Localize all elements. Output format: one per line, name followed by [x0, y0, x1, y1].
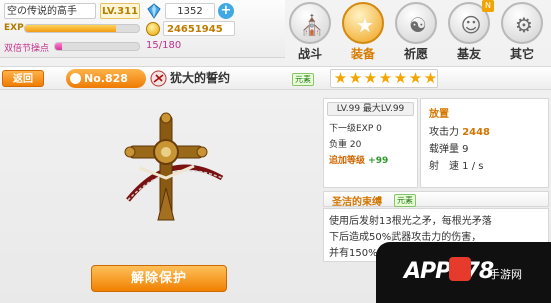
- nav-other-label: 其它: [509, 47, 534, 61]
- coin-count: 24651945: [163, 21, 235, 36]
- star-icon: ★: [423, 69, 438, 87]
- fire-rate: 射 速 1 / s: [429, 161, 484, 172]
- nav-battle[interactable]: ⛪ 战斗: [285, 0, 337, 64]
- nav-friends[interactable]: ☺ N 基友: [444, 0, 496, 64]
- dot-icon: [70, 73, 81, 84]
- level-panel: LV.99 最大LV.99 下一级EXP 0 负重 20 追加等级 +99: [323, 98, 418, 188]
- watermark-logo: APP178 手游网: [376, 242, 551, 303]
- other-icon: ⚙: [501, 2, 543, 44]
- double-points-bar: [54, 42, 140, 51]
- skill-element-badge: 元素: [394, 194, 416, 207]
- player-level: LV.311: [100, 3, 140, 19]
- attack-panel: 放置 攻击力 2448 载弹量 9 射 速 1 / s: [420, 98, 549, 188]
- phone-logo-icon: [449, 257, 471, 281]
- equipment-screen: 空の传说的高手 LV.311 1352 + EXP 24651945 双倍节操点…: [0, 0, 551, 303]
- bonus-level-label: 追加等级: [329, 156, 366, 166]
- double-points-fill: [55, 43, 62, 50]
- gem-icon: [147, 3, 161, 19]
- double-points-count: 15/180: [146, 40, 182, 51]
- star-icon: ★: [393, 69, 408, 87]
- nav-wish-label: 祈愿: [403, 47, 428, 61]
- watermark-subtext: 手游网: [489, 268, 522, 281]
- weapon-type-icon: [150, 70, 167, 87]
- nav-equipment[interactable]: ★ 装备: [338, 0, 390, 64]
- star-icon: ★: [363, 69, 378, 87]
- skill-name: 圣洁的束缚: [332, 197, 382, 208]
- back-button[interactable]: 返回: [2, 70, 44, 87]
- bonus-level-value: +99: [368, 156, 389, 166]
- add-gems-button[interactable]: +: [218, 3, 234, 19]
- attack-value: 2448: [462, 127, 491, 138]
- ammo-capacity: 载弹量 9: [429, 144, 469, 155]
- nav-other[interactable]: ⚙ 其它: [497, 0, 549, 64]
- release-protection-button[interactable]: 解除保护: [91, 265, 227, 292]
- exp-bar: [24, 24, 140, 33]
- bonus-level: 追加等级 +99: [329, 153, 388, 166]
- star-icon: ★: [408, 69, 423, 87]
- star-shield-icon: ★: [342, 2, 384, 44]
- element-badge: 元素: [292, 73, 314, 86]
- weapon-name: 犹大的誓约: [170, 71, 231, 85]
- gem-count: 1352: [165, 3, 215, 19]
- load-value: 负重 20: [329, 140, 362, 150]
- weapon-number: No.828: [84, 72, 128, 85]
- skill-desc-line: 下后造成50%武器攻击力的伤害，: [329, 232, 482, 243]
- skill-header: 圣洁的束缚: [323, 191, 549, 208]
- building-icon: ⛪: [289, 2, 331, 44]
- star-icon: ★: [348, 69, 363, 87]
- exp-label: EXP: [4, 23, 24, 33]
- exp-bar-fill: [25, 25, 117, 32]
- level-line: LV.99 最大LV.99: [327, 102, 414, 116]
- nav-equipment-label: 装备: [350, 47, 375, 61]
- double-points-label: 双倍节操点: [4, 44, 50, 54]
- attack-label: 攻击力: [429, 127, 459, 138]
- crossbow-weapon-image: [124, 112, 224, 221]
- weapon-number-badge: No.828: [66, 69, 146, 88]
- player-name: 空の传说的高手: [4, 3, 96, 19]
- nav-wish[interactable]: ☯ 祈愿: [391, 0, 443, 64]
- attack-line: 攻击力 2448: [429, 123, 490, 138]
- nav-friends-label: 基友: [456, 47, 481, 61]
- star-icon: ★: [333, 69, 348, 87]
- rarity-stars: ★ ★ ★ ★ ★ ★ ★: [330, 69, 438, 88]
- skill-desc-line: 使用后发射13根光之矛，每根光矛落: [329, 216, 492, 227]
- coin-icon: [146, 22, 160, 36]
- next-exp: 下一级EXP 0: [329, 124, 382, 134]
- new-badge: N: [482, 0, 494, 12]
- wish-icon: ☯: [395, 2, 437, 44]
- nav-battle-label: 战斗: [297, 47, 322, 61]
- place-section-title: 放置: [429, 109, 449, 120]
- star-icon: ★: [378, 69, 393, 87]
- player-panel: 空の传说的高手 LV.311 1352 + EXP 24651945 双倍节操点…: [0, 0, 285, 58]
